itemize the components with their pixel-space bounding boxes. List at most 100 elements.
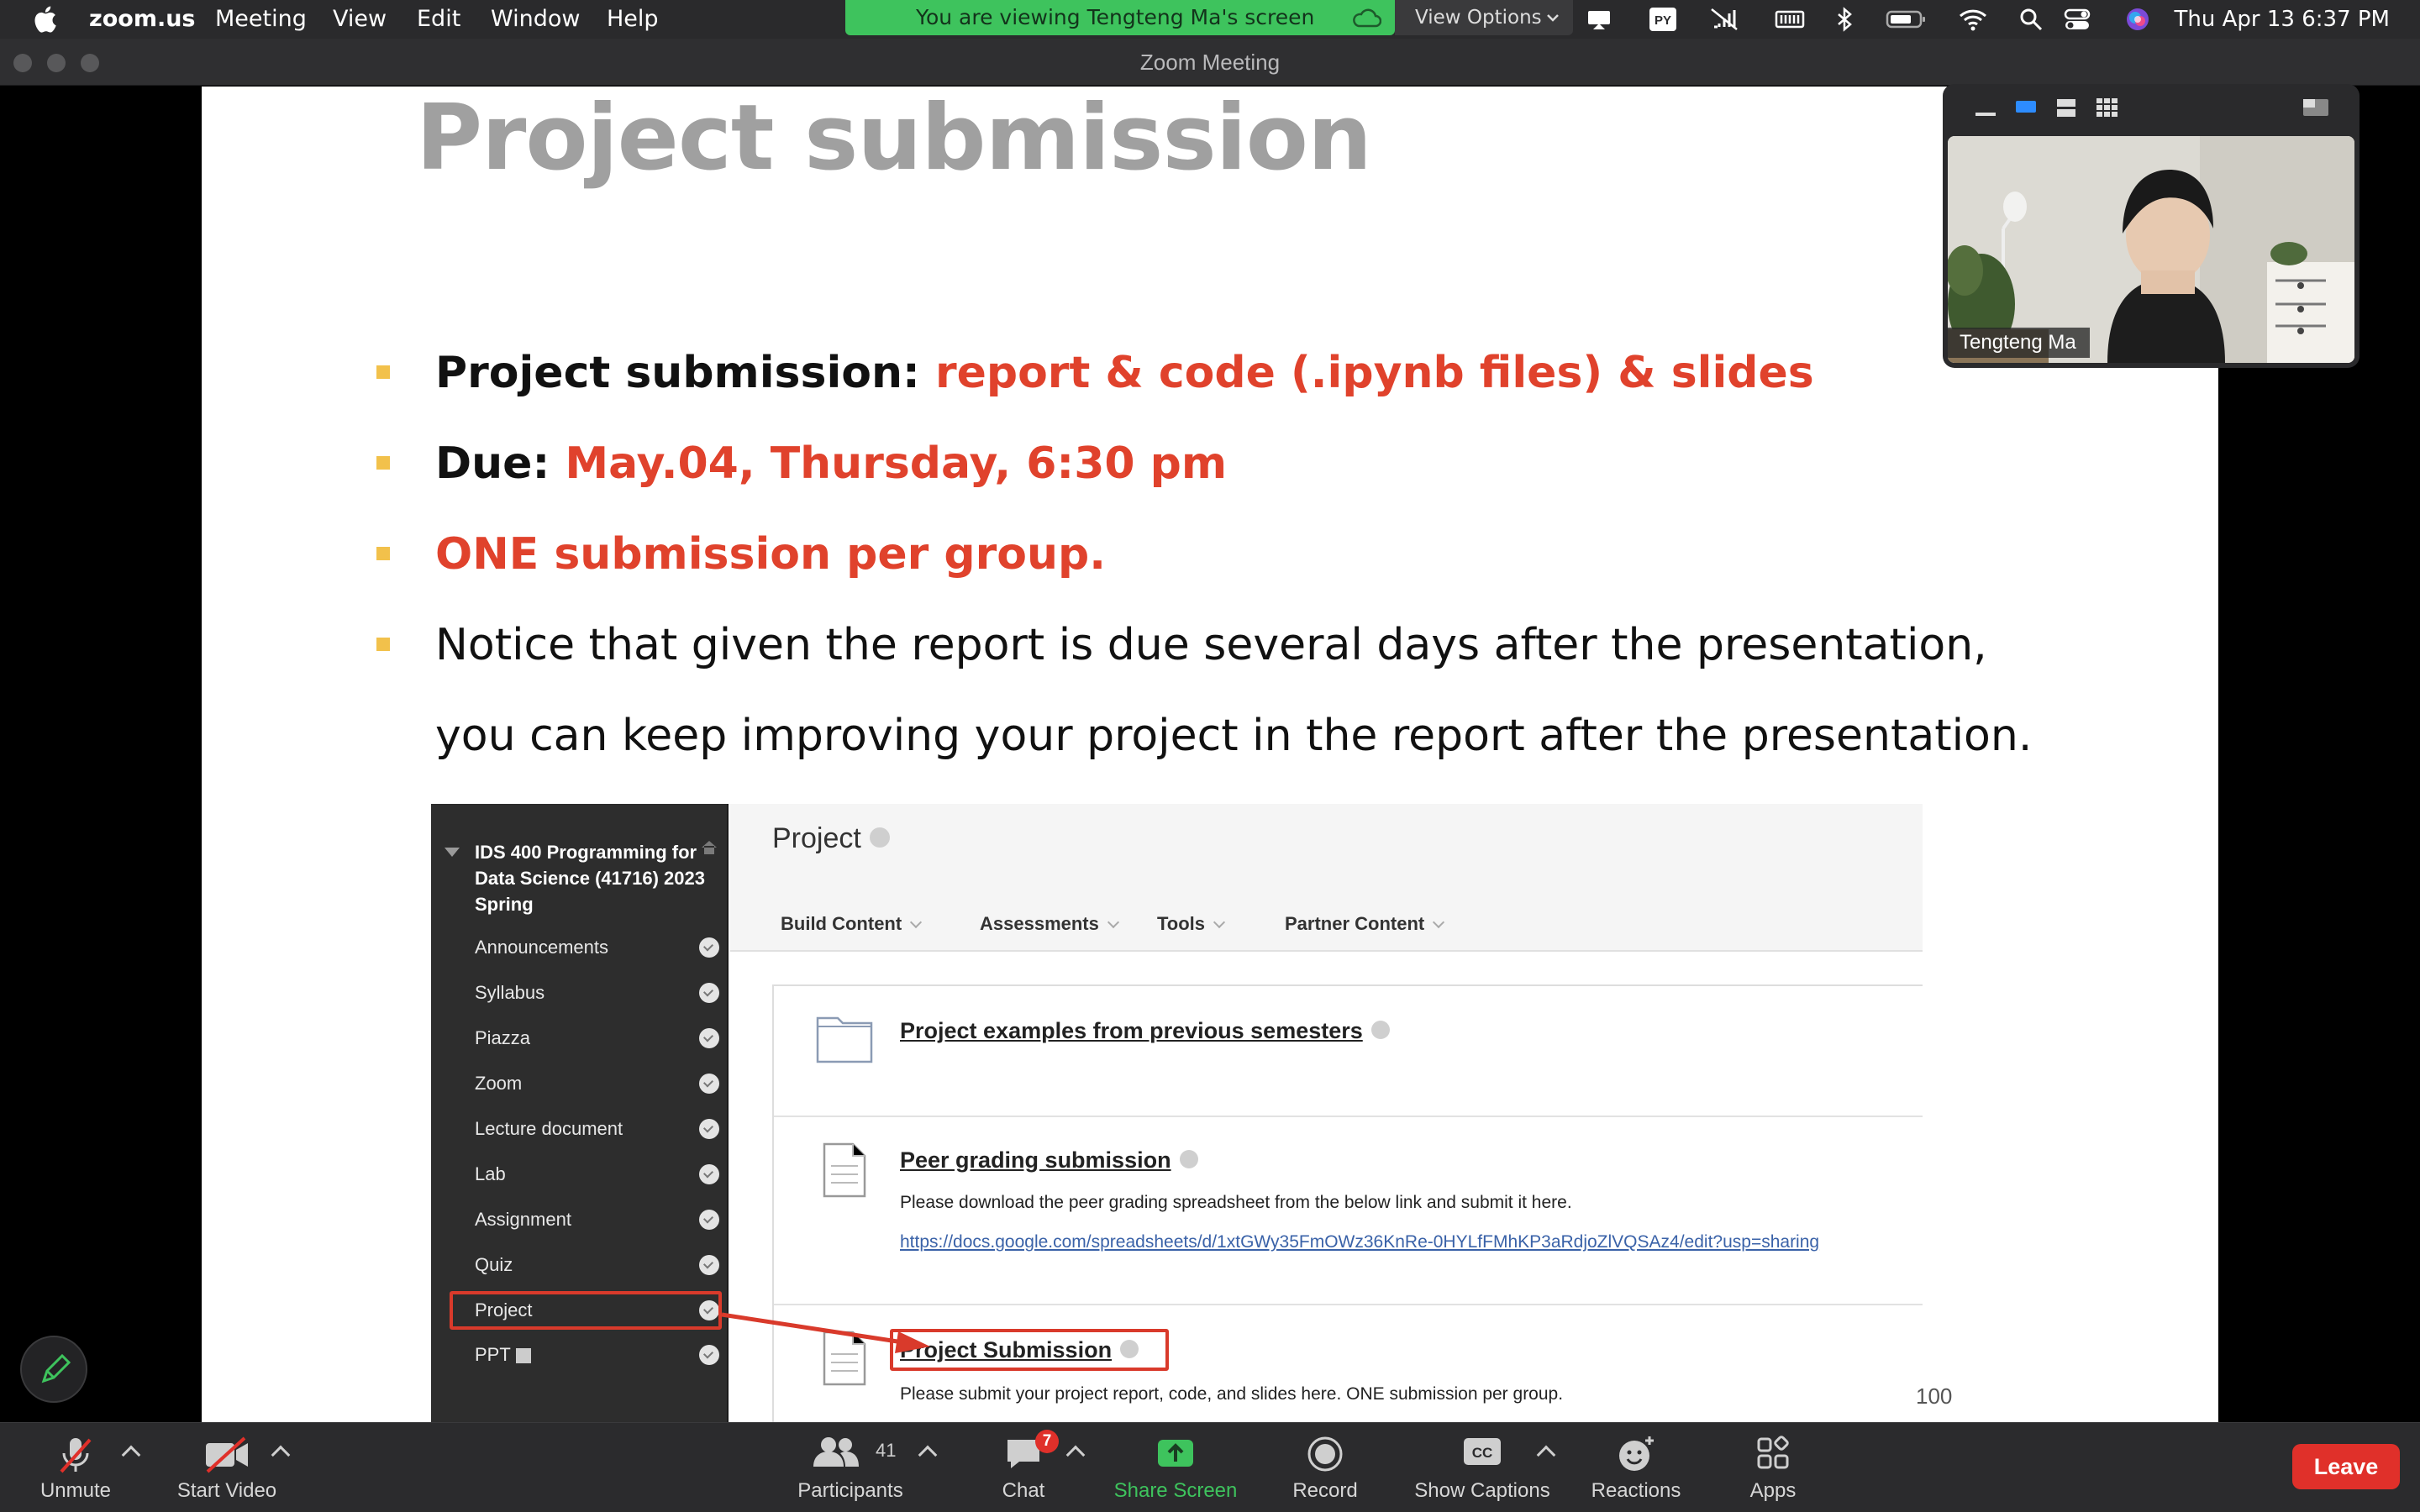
share-screen-button[interactable]: Share Screen xyxy=(1106,1423,1245,1512)
chat-options-caret-icon[interactable] xyxy=(1065,1445,1086,1465)
participant-name: Tengteng Ma xyxy=(1948,328,2090,358)
menu-app[interactable]: zoom.us xyxy=(89,0,196,39)
bullet-marker xyxy=(376,365,390,379)
screen-mirroring-icon[interactable] xyxy=(1585,7,1613,32)
exit-fullscreen-icon[interactable] xyxy=(2301,96,2331,119)
nav-ppt: PPT xyxy=(475,1342,531,1368)
chevron-down-icon xyxy=(1107,916,1119,929)
menu-help[interactable]: Help xyxy=(607,0,659,39)
nav-menu-chevron-icon xyxy=(699,983,719,1003)
bullet-due-value: May.04, Thursday, 6:30 pm xyxy=(565,438,1228,489)
peer-grading-link: Peer grading submission xyxy=(900,1147,1198,1173)
nav-menu-chevron-icon xyxy=(699,1255,719,1275)
apps-button[interactable]: Apps xyxy=(1733,1423,1813,1512)
unmute-button[interactable]: Unmute xyxy=(17,1423,134,1512)
chat-unread-badge: 7 xyxy=(1035,1430,1059,1453)
participant-video: Tengteng Ma xyxy=(1948,136,2354,363)
minimize-video-icon[interactable] xyxy=(1973,96,1998,119)
content-item-project-submission: Project Submission Please submit your pr… xyxy=(774,1305,1923,1422)
peer-grading-description: Please download the peer grading spreads… xyxy=(900,1193,1572,1212)
examples-link-text: Project examples from previous semesters xyxy=(900,1018,1363,1043)
meeting-toolbar: Unmute Start Video 41 Participants 7 Cha… xyxy=(0,1422,2420,1512)
reactions-button[interactable]: Reactions xyxy=(1581,1423,1691,1512)
menubar-clock[interactable]: Thu Apr 13 6:37 PM xyxy=(2175,0,2390,39)
blackboard-course-menu: IDS 400 Programming for Data Science (41… xyxy=(431,804,729,1422)
tab-build-content-label: Build Content xyxy=(781,913,902,934)
chevron-down-icon xyxy=(1213,916,1226,929)
start-video-button[interactable]: Start Video xyxy=(165,1423,289,1512)
svg-text:CC: CC xyxy=(1472,1445,1493,1461)
mute-signal-icon[interactable] xyxy=(1709,7,1739,32)
unmute-label: Unmute xyxy=(39,1479,112,1502)
peer-grading-url: https://docs.google.com/spreadsheets/d/1… xyxy=(900,1232,1820,1252)
participants-count: 41 xyxy=(876,1440,897,1461)
fullscreen-window-button[interactable] xyxy=(81,54,99,72)
spotlight-search-icon[interactable] xyxy=(2018,7,2044,32)
gallery-view-icon[interactable] xyxy=(2094,96,2119,119)
presentation-slide: Project submission Project submission: r… xyxy=(202,87,2218,1422)
tab-assessments-label: Assessments xyxy=(980,913,1099,934)
apple-logo-icon[interactable] xyxy=(32,5,57,34)
blackboard-screenshot: IDS 400 Programming for Data Science (41… xyxy=(431,804,1923,1422)
tab-partner-content: Partner Content xyxy=(1285,913,1445,935)
svg-text:PY: PY xyxy=(1655,13,1671,28)
speaker-view-icon[interactable] xyxy=(2013,96,2039,119)
minimize-window-button[interactable] xyxy=(47,54,66,72)
menu-meeting[interactable]: Meeting xyxy=(215,0,307,39)
tab-tools: Tools xyxy=(1157,913,1226,935)
course-name: IDS 400 Programming for Data Science (41… xyxy=(475,842,705,915)
bullet-due: Due: May.04, Thursday, 6:30 pm xyxy=(435,434,1227,493)
nav-ppt-label: PPT xyxy=(475,1344,511,1365)
options-menu-icon xyxy=(869,827,890,848)
python-launcher-icon[interactable]: PY xyxy=(1649,7,1677,32)
control-center-icon[interactable] xyxy=(2064,7,2094,32)
window-title: Zoom Meeting xyxy=(1139,50,1281,75)
options-menu-icon xyxy=(1179,1149,1198,1168)
bullet-submission-value: report & code (.ipynb files) & slides xyxy=(934,348,1814,398)
content-list: Project examples from previous semesters… xyxy=(772,984,1923,1422)
options-menu-icon xyxy=(1120,1339,1139,1358)
collapse-caret-icon xyxy=(445,848,460,857)
menu-view[interactable]: View xyxy=(333,0,387,39)
memory-chip-icon[interactable] xyxy=(1775,7,1805,32)
options-menu-icon xyxy=(1370,1020,1390,1039)
bullet-notice-line2: you can keep improving your project in t… xyxy=(435,711,2033,761)
stacked-view-icon[interactable] xyxy=(2054,96,2079,119)
blackboard-header: Project Build Content Assessments Tools … xyxy=(730,804,1923,952)
chevron-down-icon xyxy=(1547,14,1559,22)
chevron-down-icon xyxy=(910,916,923,929)
nav-lecture-document: Lecture document xyxy=(475,1118,623,1139)
self-video-tile[interactable]: Tengteng Ma xyxy=(1943,84,2360,368)
apps-label: Apps xyxy=(1749,1479,1797,1502)
bluetooth-icon[interactable] xyxy=(1835,7,1854,32)
video-off-icon xyxy=(206,1436,248,1473)
record-button[interactable]: Record xyxy=(1282,1423,1368,1512)
nav-piazza: Piazza xyxy=(475,1027,531,1048)
participants-options-caret-icon[interactable] xyxy=(918,1445,938,1465)
slide-title: Project submission xyxy=(416,87,1372,191)
annotate-button[interactable] xyxy=(20,1336,87,1403)
leave-meeting-button[interactable]: Leave xyxy=(2292,1444,2400,1489)
wifi-icon[interactable] xyxy=(1958,7,1988,32)
chat-button[interactable]: 7 Chat xyxy=(988,1423,1059,1512)
participants-label: Participants xyxy=(797,1479,903,1502)
nav-zoom: Zoom xyxy=(475,1073,523,1094)
view-options-button[interactable]: View Options xyxy=(1395,0,1573,35)
bullet-notice-line1: Notice that given the report is due seve… xyxy=(435,620,1987,670)
battery-icon[interactable] xyxy=(1886,7,1928,32)
show-captions-label: Show Captions xyxy=(1414,1479,1550,1502)
show-captions-button[interactable]: CC Show Captions xyxy=(1407,1423,1558,1512)
nav-lab: Lab xyxy=(475,1163,506,1184)
nav-syllabus: Syllabus xyxy=(475,982,545,1003)
content-item-examples: Project examples from previous semesters xyxy=(774,986,1923,1117)
menu-window[interactable]: Window xyxy=(491,0,580,39)
folder-icon xyxy=(816,1016,873,1063)
slide-page-number: 100 xyxy=(1916,1383,1953,1409)
siri-icon[interactable] xyxy=(2124,7,2151,32)
macos-menubar: zoom.us Meeting View Edit Window Help Yo… xyxy=(0,0,2420,39)
close-window-button[interactable] xyxy=(13,54,32,72)
participants-icon xyxy=(813,1437,859,1467)
document-icon xyxy=(823,1142,866,1198)
menu-edit[interactable]: Edit xyxy=(417,0,460,39)
participants-button[interactable]: 41 Participants xyxy=(781,1423,919,1512)
